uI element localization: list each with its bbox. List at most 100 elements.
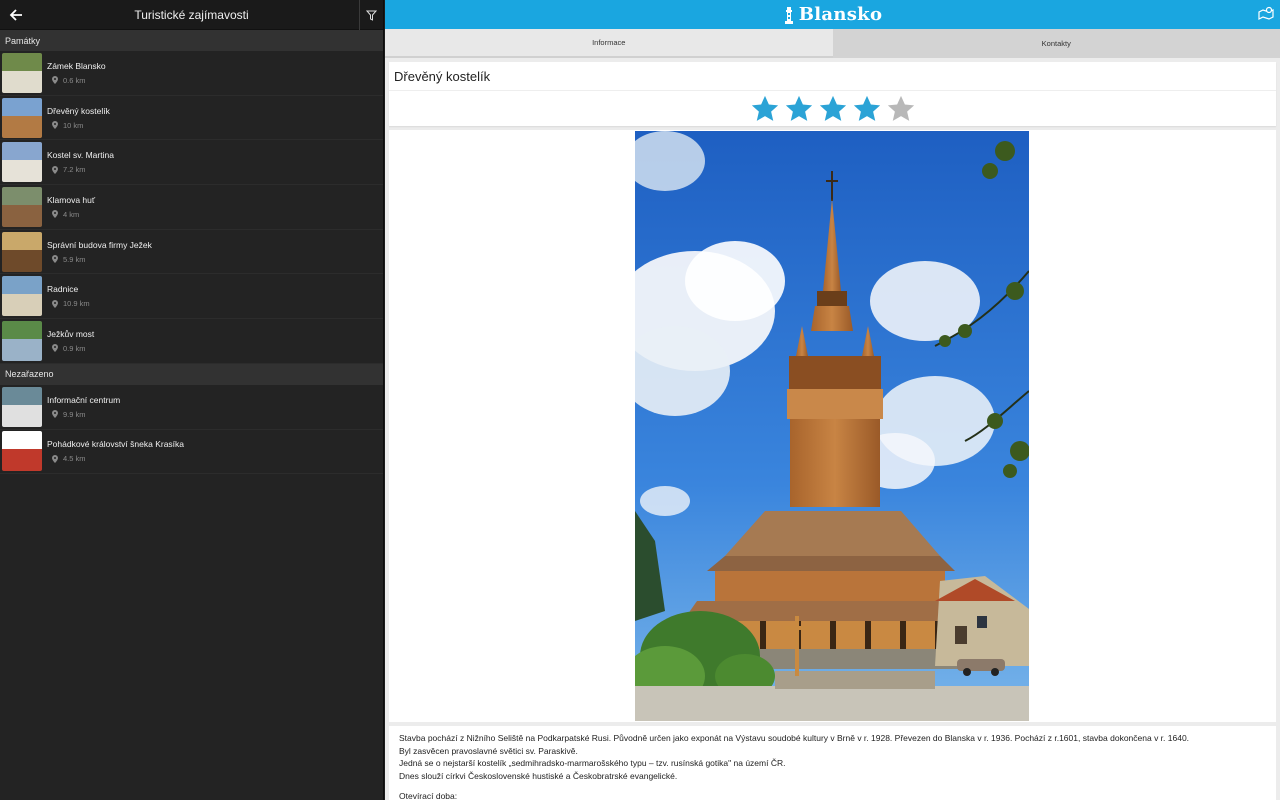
poi-thumbnail <box>2 142 42 183</box>
filter-icon <box>366 10 377 21</box>
description-card: Stavba pochází z Nižního Seliště na Podk… <box>389 726 1276 800</box>
poi-thumbnail <box>2 186 42 227</box>
tab-informace[interactable]: Informace <box>385 29 833 58</box>
distance-value: 9.9 km <box>63 409 86 419</box>
distance-value: 0.6 km <box>63 75 86 85</box>
poi-distance: 4 km <box>47 210 95 219</box>
tower-logo-icon <box>784 6 793 24</box>
description-paragraph: Stavba pochází z Nižního Seliště na Podk… <box>399 733 1190 743</box>
poi-list-item[interactable]: Radnice 10.9 km <box>0 274 383 320</box>
poi-list-item[interactable]: Informační centrum 9.9 km <box>0 385 383 430</box>
tab-label: Informace <box>592 38 626 47</box>
poi-list-item[interactable]: Dřevěný kostelík 10 km <box>0 96 383 141</box>
description-paragraph: Otevírací doba: <box>399 791 458 800</box>
poi-list-item[interactable]: Správní budova firmy Ježek 5.9 km <box>0 230 383 275</box>
poi-list: Památky Zámek Blansko 0.6 km Dřevěný kostel… <box>0 30 383 475</box>
poi-distance: 0.9 km <box>47 344 94 353</box>
list-header: Turistické zajímavosti <box>0 0 383 30</box>
poi-thumbnail <box>2 97 42 138</box>
location-pin-icon <box>52 299 58 308</box>
star-filled-icon[interactable] <box>784 94 814 124</box>
poi-name: Radnice <box>47 284 79 295</box>
location-pin-icon <box>52 165 58 174</box>
description-paragraph: Jedná se o nejstarší kostelík „sedmihrad… <box>399 758 786 768</box>
title-card: Dřevěný kostelík <box>389 62 1276 126</box>
detail-panel: Blansko Informace Kontakty Dřevěný koste… <box>385 0 1280 800</box>
poi-distance: 4.5 km <box>47 454 184 463</box>
distance-value: 10.9 km <box>63 299 90 309</box>
description-paragraph: Dnes slouží církvi Československé hustis… <box>399 770 678 781</box>
location-pin-icon <box>52 121 58 130</box>
location-pin-icon <box>52 410 58 419</box>
list-title: Turistické zajímavosti <box>134 7 249 22</box>
distance-value: 0.9 km <box>63 343 86 353</box>
poi-thumbnail <box>2 386 42 427</box>
poi-text: Dřevěný kostelík 10 km <box>47 106 110 130</box>
map-button[interactable] <box>1257 5 1275 23</box>
poi-distance: 0.6 km <box>47 76 106 85</box>
detail-tabs: Informace Kontakty <box>385 29 1280 58</box>
poi-name: Zámek Blansko <box>47 60 106 71</box>
app-top-bar: Blansko <box>385 0 1280 29</box>
poi-distance: 9.9 km <box>47 410 120 419</box>
tab-label: Kontakty <box>1041 39 1071 48</box>
location-pin-icon <box>52 344 58 353</box>
back-arrow-icon <box>9 9 22 21</box>
poi-list-item[interactable]: Zámek Blansko 0.6 km <box>0 51 383 96</box>
description-paragraph: Byl zasvěcen pravoslavné světici sv. Par… <box>399 745 578 756</box>
poi-list-item[interactable]: Kostel sv. Martina 7.2 km <box>0 140 383 186</box>
star-empty-icon[interactable] <box>886 94 916 124</box>
poi-name: Klamova huť <box>47 194 96 205</box>
church-photo-illustration <box>635 131 1029 721</box>
poi-text: Kostel sv. Martina 7.2 km <box>47 150 114 174</box>
poi-list-panel: Turistické zajímavosti Památky Zámek Blan… <box>0 0 384 800</box>
poi-list-item[interactable]: Klamova huť 4 km <box>0 185 383 230</box>
star-filled-icon[interactable] <box>818 94 848 124</box>
location-pin-icon <box>52 210 58 219</box>
poi-text: Ježkův most 0.9 km <box>47 329 94 353</box>
poi-text: Klamova huť 4 km <box>47 195 95 219</box>
distance-value: 7.2 km <box>63 165 86 175</box>
location-pin-icon <box>52 454 58 463</box>
poi-name: Dřevěný kostelík <box>47 105 110 116</box>
distance-value: 10 km <box>63 120 84 130</box>
star-filled-icon[interactable] <box>750 94 780 124</box>
star-rating[interactable] <box>389 91 1276 126</box>
poi-text: Pohádkové království šneka Krasíka 4.5 km <box>47 439 184 463</box>
poi-thumbnail <box>2 52 42 93</box>
poi-thumbnail <box>2 231 42 272</box>
distance-value: 4 km <box>63 209 80 219</box>
back-button[interactable] <box>4 3 28 27</box>
poi-text: Radnice 10.9 km <box>47 284 90 308</box>
section-header: Památky <box>0 30 383 51</box>
tab-kontakty[interactable]: Kontakty <box>832 29 1280 58</box>
section-header: Nezařazeno <box>0 363 383 385</box>
poi-list-item[interactable]: Pohádkové království šneka Krasíka 4.5 km <box>0 430 383 475</box>
poi-name: Informační centrum <box>47 394 121 405</box>
filter-button[interactable] <box>359 0 383 30</box>
poi-name: Kostel sv. Martina <box>47 150 114 161</box>
brand-logo: Blansko <box>783 4 883 25</box>
poi-name: Ježkův most <box>47 328 95 339</box>
photo-card <box>389 130 1276 722</box>
place-photo[interactable] <box>635 131 1029 721</box>
place-title: Dřevěný kostelík <box>389 62 1276 91</box>
poi-thumbnail <box>2 320 42 361</box>
poi-distance: 7.2 km <box>47 165 114 174</box>
location-pin-icon <box>52 76 58 85</box>
star-filled-icon[interactable] <box>852 94 882 124</box>
poi-name: Pohádkové království šneka Krasíka <box>47 439 185 450</box>
poi-list-item[interactable]: Ježkův most 0.9 km <box>0 319 383 364</box>
poi-text: Informační centrum 9.9 km <box>47 395 120 419</box>
poi-distance: 10.9 km <box>47 299 90 308</box>
distance-value: 4.5 km <box>63 454 86 464</box>
map-icon <box>1258 6 1274 20</box>
poi-thumbnail <box>2 276 42 317</box>
distance-value: 5.9 km <box>63 254 86 264</box>
poi-distance: 10 km <box>47 121 110 130</box>
poi-name: Správní budova firmy Ježek <box>47 239 152 250</box>
poi-distance: 5.9 km <box>47 255 152 264</box>
brand-name: Blansko <box>798 4 883 25</box>
poi-thumbnail <box>2 431 42 472</box>
